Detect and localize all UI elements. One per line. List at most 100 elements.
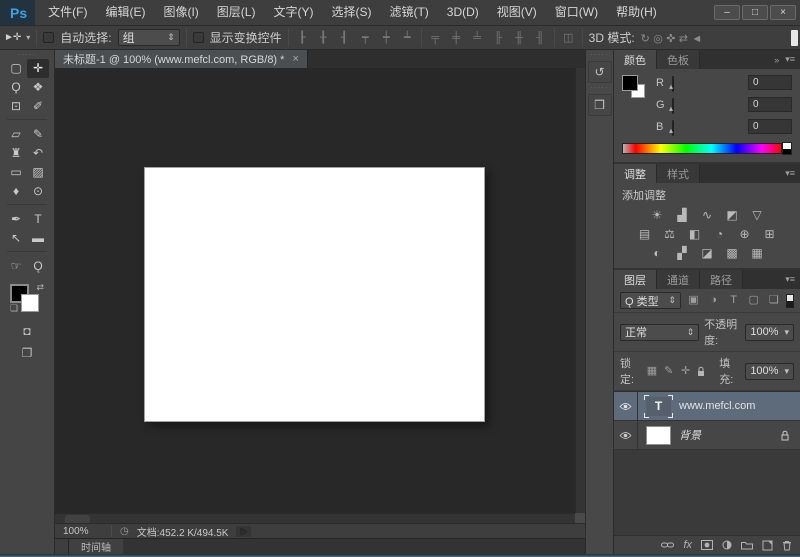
align-right-edges-icon[interactable]: ┨ xyxy=(337,31,352,44)
photo-filter-icon[interactable]: ◔ xyxy=(710,226,729,242)
dock-grip[interactable]: ····· xyxy=(590,84,608,92)
auto-select-checkbox[interactable] xyxy=(43,32,55,43)
3d-roll-icon[interactable]: ◎ xyxy=(653,33,663,45)
brightness-contrast-icon[interactable]: ☀ xyxy=(648,207,667,223)
levels-icon[interactable]: ▟ xyxy=(673,207,692,223)
color-panel-menu-icon[interactable]: ▾≡ xyxy=(785,54,795,65)
optionsbar-overflow-handle[interactable] xyxy=(791,29,798,46)
tab-adjustments[interactable]: 调整 xyxy=(614,164,657,183)
lock-position-icon[interactable]: ✛ xyxy=(680,364,692,379)
align-horizontal-centers-icon[interactable]: ╂ xyxy=(316,31,331,44)
close-button[interactable]: × xyxy=(770,5,796,20)
layer-style-fx-icon[interactable]: fx xyxy=(683,539,692,551)
visibility-cell[interactable] xyxy=(614,392,638,420)
shape-tool-icon[interactable]: ▬ xyxy=(27,229,49,248)
channel-mixer-icon[interactable]: ⊕ xyxy=(735,226,754,242)
delete-layer-trash-icon[interactable] xyxy=(782,540,792,551)
new-layer-icon[interactable] xyxy=(762,540,773,551)
spot-healing-tool-icon[interactable]: ▱ xyxy=(5,125,27,144)
zoom-tool-icon[interactable]: Ǫ xyxy=(27,257,49,276)
fill-field[interactable]: 100% ▾ xyxy=(745,362,794,380)
tool-preset-dropdown-icon[interactable]: ▾ xyxy=(26,33,30,42)
screen-mode-button[interactable]: ❐ xyxy=(22,346,33,360)
distribute-top-edges-icon[interactable]: ╤ xyxy=(428,32,443,44)
horizontal-scrollbar-thumb[interactable] xyxy=(65,515,90,523)
align-left-edges-icon[interactable]: ┠ xyxy=(295,31,310,44)
blend-mode-select[interactable]: 正常 ⇕ xyxy=(620,323,700,341)
green-slider-thumb[interactable]: ▴ xyxy=(669,104,673,113)
timeline-tab[interactable]: 时间轴 xyxy=(69,539,123,554)
status-popup-arrow-icon[interactable]: ▶ xyxy=(236,525,252,537)
background-layer-thumbnail[interactable] xyxy=(646,425,671,445)
curves-icon[interactable]: ∿ xyxy=(698,207,717,223)
3d-panel-icon[interactable]: ❒ xyxy=(587,94,612,116)
filter-type-layers-icon[interactable]: T xyxy=(726,293,741,309)
menu-edit[interactable]: 编辑(E) xyxy=(96,0,154,25)
minimize-button[interactable]: – xyxy=(714,5,740,20)
dodge-tool-icon[interactable]: ⊙ xyxy=(27,182,49,201)
align-vertical-centers-icon[interactable]: ┿ xyxy=(379,31,394,44)
crop-tool-icon[interactable]: ⊡ xyxy=(5,97,27,116)
menu-help[interactable]: 帮助(H) xyxy=(607,0,666,25)
layers-panel-menu-icon[interactable]: ▾≡ xyxy=(785,274,795,285)
menu-3d[interactable]: 3D(D) xyxy=(438,0,488,25)
hand-tool-icon[interactable]: ☞ xyxy=(5,257,27,276)
distribute-right-edges-icon[interactable]: ╢ xyxy=(533,32,548,44)
red-slider-thumb[interactable]: ▴ xyxy=(669,82,673,91)
document-tab[interactable]: 未标题-1 @ 100% (www.mefcl.com, RGB/8) * × xyxy=(55,50,308,68)
tab-channels[interactable]: 通道 xyxy=(657,270,700,289)
distribute-vertical-centers-icon[interactable]: ╪ xyxy=(449,32,464,44)
tab-swatches[interactable]: 色板 xyxy=(657,50,700,69)
clone-stamp-tool-icon[interactable]: ♜ xyxy=(5,144,27,163)
menu-image[interactable]: 图像(I) xyxy=(154,0,207,25)
lock-all-icon[interactable] xyxy=(696,364,708,379)
exposure-icon[interactable]: ◩ xyxy=(723,207,742,223)
default-colors-icon[interactable]: ❏ xyxy=(10,303,18,314)
panel-foreground-swatch[interactable] xyxy=(622,75,638,91)
red-value-field[interactable]: 0 xyxy=(748,75,792,90)
menu-window[interactable]: 窗口(W) xyxy=(546,0,607,25)
type-tool-icon[interactable]: T xyxy=(27,210,49,229)
horizontal-scrollbar[interactable] xyxy=(55,513,575,523)
vertical-scrollbar[interactable] xyxy=(575,68,585,513)
auto-align-layers-icon[interactable]: ◫ xyxy=(561,31,576,44)
zoom-level-field[interactable]: 100% xyxy=(63,526,103,537)
gradient-tool-icon[interactable]: ▨ xyxy=(27,163,49,182)
menu-layer[interactable]: 图层(L) xyxy=(208,0,265,25)
tab-styles[interactable]: 样式 xyxy=(657,164,700,183)
lock-image-pixels-icon[interactable]: ✎ xyxy=(663,364,675,379)
filter-smart-objects-icon[interactable]: ❏ xyxy=(766,293,781,309)
3d-orbit-icon[interactable]: ↻ xyxy=(641,33,650,45)
toolbar-grip[interactable]: ····· xyxy=(18,51,36,59)
posterize-icon[interactable]: ▞ xyxy=(673,245,692,261)
dock-grip[interactable]: ····· xyxy=(590,51,608,59)
canvas-viewport[interactable] xyxy=(55,68,585,523)
history-brush-tool-icon[interactable]: ↶ xyxy=(27,144,49,163)
show-transform-checkbox[interactable] xyxy=(192,32,204,43)
canvas[interactable] xyxy=(144,167,485,422)
blue-slider-thumb[interactable]: ▴ xyxy=(669,126,673,135)
vibrance-icon[interactable]: ▽ xyxy=(748,207,767,223)
rect-marquee-tool-icon[interactable]: ▢ xyxy=(5,59,27,78)
align-bottom-edges-icon[interactable]: ┷ xyxy=(400,31,415,44)
maximize-button[interactable]: □ xyxy=(742,5,768,20)
blur-tool-icon[interactable]: ♦ xyxy=(5,182,27,201)
layer-row-text[interactable]: T www.mefcl.com xyxy=(614,392,800,421)
color-balance-icon[interactable]: ⚖ xyxy=(660,226,679,242)
layer-filter-type-select[interactable]: Ǫ 类型 ⇕ xyxy=(620,292,681,309)
align-top-edges-icon[interactable]: ┯ xyxy=(358,31,373,44)
link-layers-icon[interactable] xyxy=(661,541,675,549)
3d-camera-icon[interactable]: ◄ xyxy=(691,33,702,45)
distribute-left-edges-icon[interactable]: ╟ xyxy=(491,32,506,44)
background-color-swatch[interactable] xyxy=(21,294,39,312)
quick-mask-button[interactable]: ◘ xyxy=(23,324,30,338)
filter-adjustment-layers-icon[interactable]: ◑ xyxy=(706,293,721,309)
distribute-horizontal-centers-icon[interactable]: ╫ xyxy=(512,32,527,44)
eyedropper-tool-icon[interactable]: ✐ xyxy=(27,97,49,116)
swap-colors-icon[interactable]: ⇄ xyxy=(36,282,44,293)
color-lookup-icon[interactable]: ⊞ xyxy=(760,226,779,242)
path-select-tool-icon[interactable]: ↖ xyxy=(5,229,27,248)
quick-select-tool-icon[interactable]: ❖ xyxy=(27,78,49,97)
tab-color[interactable]: 颜色 xyxy=(614,50,657,69)
gradient-map-icon[interactable]: ▩ xyxy=(723,245,742,261)
